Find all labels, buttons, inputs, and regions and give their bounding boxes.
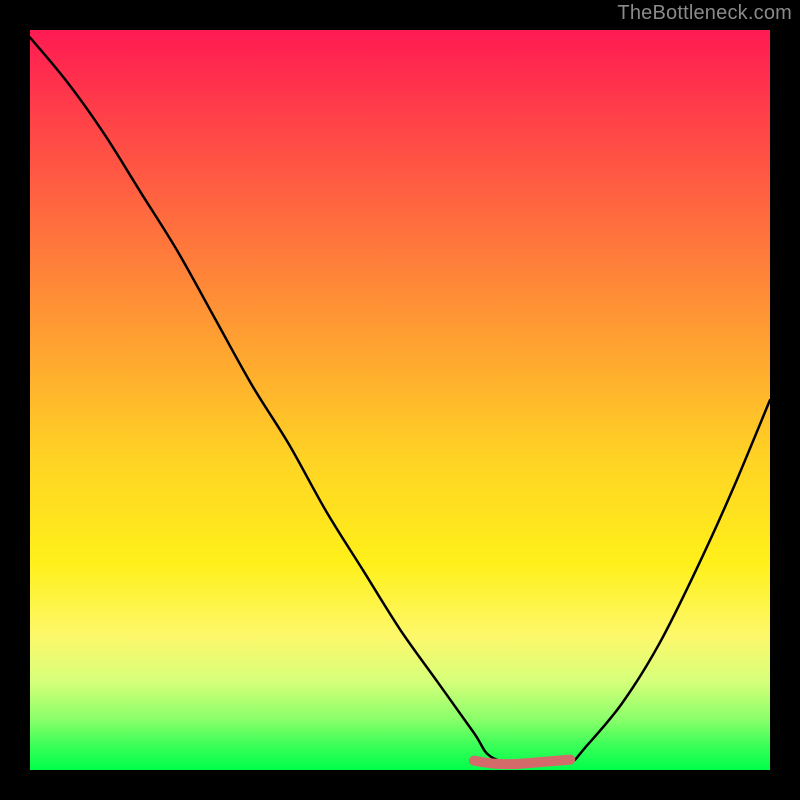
plot-area [30, 30, 770, 770]
watermark-text: TheBottleneck.com [617, 2, 792, 25]
bottleneck-curve [30, 37, 770, 763]
chart-frame: TheBottleneck.com [0, 0, 800, 800]
curve-layer [30, 30, 770, 770]
optimal-range-highlight [474, 760, 570, 765]
